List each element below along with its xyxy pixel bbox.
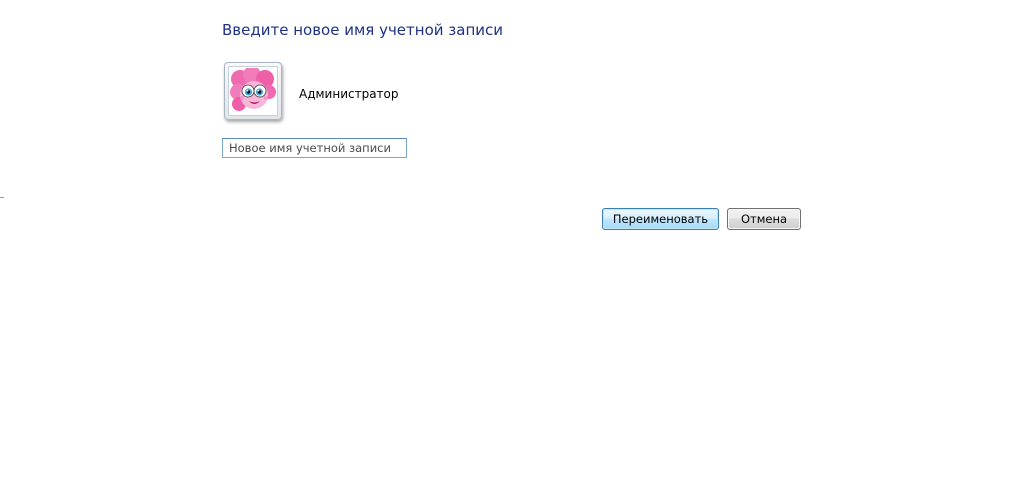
new-account-name-input[interactable]	[222, 138, 407, 158]
cancel-button[interactable]: Отмена	[727, 208, 801, 230]
avatar	[224, 62, 282, 120]
account-name: Администратор	[299, 87, 399, 101]
avatar-picture-frame	[228, 66, 278, 116]
rename-button[interactable]: Переименовать	[602, 208, 719, 230]
page-title: Введите новое имя учетной записи	[222, 21, 503, 39]
pony-avatar-icon	[230, 68, 276, 111]
account-row: Администратор	[224, 59, 399, 123]
window-edge-mark	[0, 197, 4, 198]
